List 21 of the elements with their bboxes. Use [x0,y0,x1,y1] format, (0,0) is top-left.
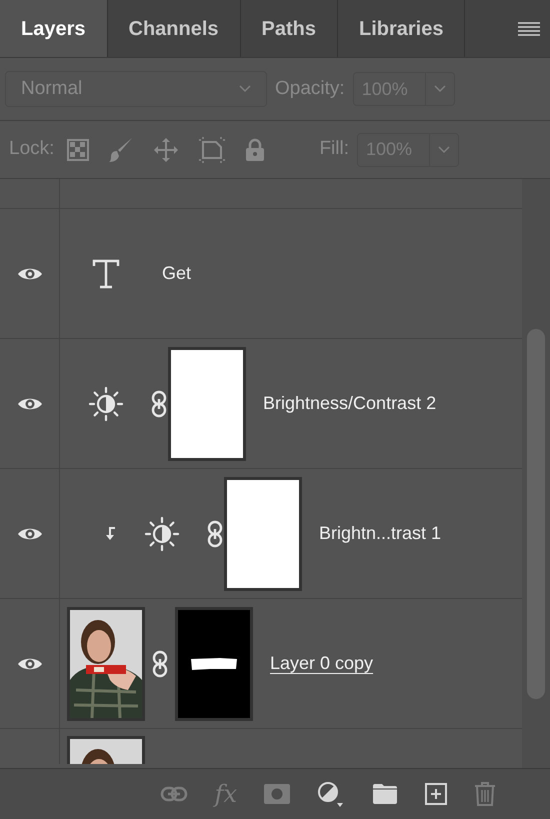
layer-name[interactable]: Get [162,260,192,287]
mask-shape-icon [190,656,238,670]
chain-link-icon[interactable] [207,520,223,548]
chevron-icon [438,146,450,154]
brightness-icon [88,386,124,422]
folder-icon[interactable] [372,783,398,805]
new-layer-icon[interactable] [425,783,447,805]
layer-name[interactable]: Brightness/Contrast 2 [263,393,436,413]
layer-name[interactable]: Brightn...trast 1 [319,523,442,543]
chevron-icon [434,85,446,93]
text-layer-icon [92,258,120,288]
chain-link-icon[interactable] [152,650,168,678]
layer-name[interactable]: Layer 0 copy [270,653,374,673]
brightness-icon [144,516,180,552]
chevron-icon [239,85,251,93]
menu-icon[interactable] [518,22,540,36]
clipping-arrow-icon [104,526,116,540]
adjustment-icon[interactable] [317,780,345,808]
checkerboard-icon[interactable] [67,138,90,160]
chain-link-icon[interactable] [151,390,167,418]
panel-tab[interactable]: Layers [0,0,108,57]
